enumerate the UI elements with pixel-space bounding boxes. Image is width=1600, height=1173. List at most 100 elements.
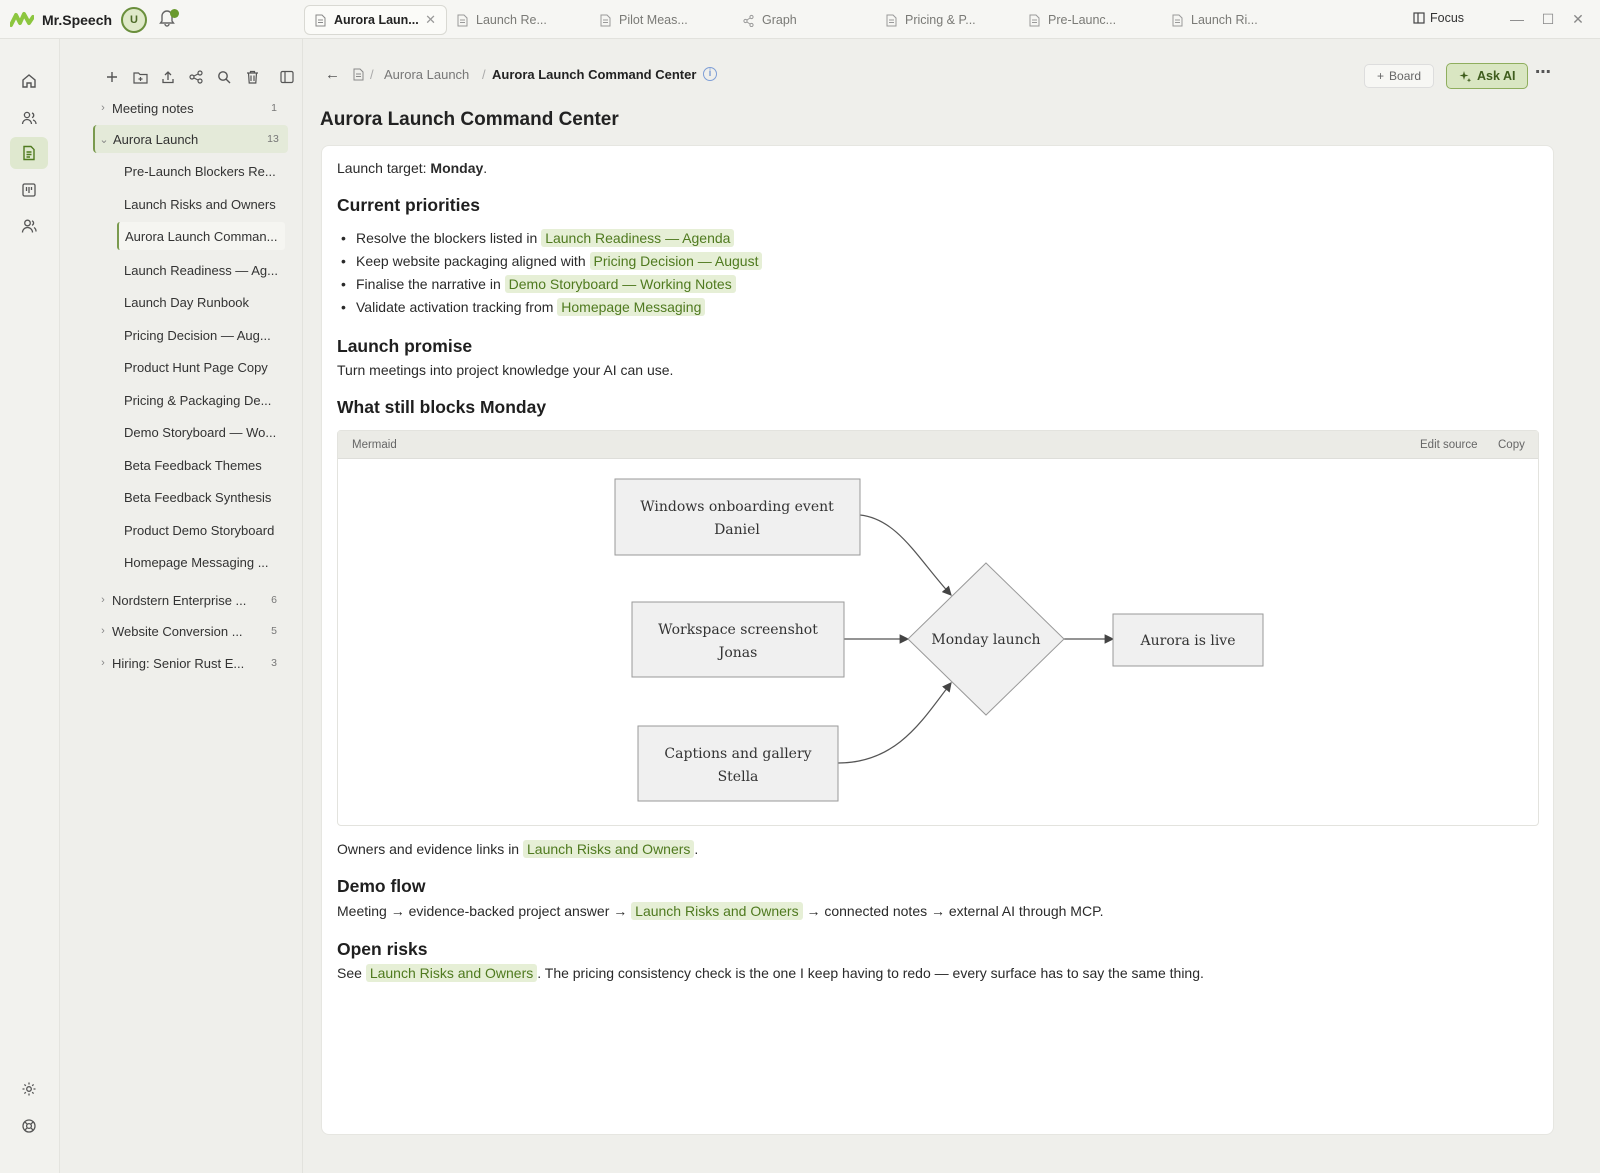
- tab-pilot-meas[interactable]: Pilot Meas...: [590, 5, 733, 35]
- launch-target-suffix: .: [483, 160, 488, 176]
- help-icon[interactable]: [10, 1110, 48, 1142]
- mermaid-block: Mermaid Edit source Copy Windows onboard…: [337, 430, 1539, 826]
- tab-pricing[interactable]: Pricing & P...: [876, 5, 1019, 35]
- contacts-icon[interactable]: [10, 210, 48, 242]
- user-avatar[interactable]: U: [121, 7, 147, 33]
- list-item[interactable]: Product Demo Storyboard: [124, 516, 292, 544]
- tab-pre-launch[interactable]: Pre-Launc...: [1019, 5, 1162, 35]
- brand[interactable]: Mr.Speech: [9, 9, 113, 31]
- folder-count: 3: [271, 657, 277, 669]
- board-label: Board: [1389, 69, 1422, 83]
- back-arrow-icon[interactable]: ←: [325, 66, 340, 83]
- list-item: Validate activation tracking from Homepa…: [341, 298, 706, 316]
- notes-icon[interactable]: [10, 137, 48, 169]
- list-item[interactable]: Launch Readiness — Ag...: [124, 256, 292, 284]
- tab-launch-ri[interactable]: Launch Ri...: [1162, 5, 1305, 35]
- list-item[interactable]: Demo Storyboard — Wo...: [124, 418, 292, 446]
- trash-icon[interactable]: [238, 65, 266, 89]
- share-icon[interactable]: [182, 65, 210, 89]
- owners-line: Owners and evidence links in Launch Risk…: [337, 840, 698, 858]
- chevron-down-icon: ⌄: [99, 133, 109, 146]
- folder-hiring[interactable]: › Hiring: Senior Rust E... 3: [94, 649, 289, 677]
- tab-launch-re[interactable]: Launch Re...: [447, 5, 590, 35]
- focus-button[interactable]: Focus: [1413, 11, 1464, 25]
- list-item: Finalise the narrative in Demo Storyboar…: [341, 275, 736, 293]
- node-text: Jonas: [717, 645, 758, 661]
- tab-label: Aurora Laun...: [334, 13, 419, 27]
- tab-graph[interactable]: Graph: [733, 5, 876, 35]
- breadcrumb-separator: /: [482, 67, 486, 82]
- list-item-current[interactable]: Aurora Launch Comman...: [117, 222, 285, 250]
- list-item[interactable]: Launch Day Runbook: [124, 288, 292, 316]
- home-icon[interactable]: [10, 65, 48, 97]
- wiki-link[interactable]: Launch Risks and Owners: [365, 964, 538, 982]
- folder-website-conversion[interactable]: › Website Conversion ... 5: [94, 617, 289, 645]
- graph-icon: [743, 14, 754, 27]
- breadcrumb-separator: /: [370, 67, 374, 82]
- settings-gear-icon[interactable]: [10, 1073, 48, 1105]
- list-item[interactable]: Homepage Messaging ...: [124, 548, 292, 576]
- search-icon[interactable]: [210, 65, 238, 89]
- edge-n1-decision: [859, 514, 952, 596]
- info-icon[interactable]: i: [703, 67, 717, 81]
- sparkle-icon: [1459, 70, 1472, 82]
- wiki-link[interactable]: Demo Storyboard — Working Notes: [504, 275, 736, 293]
- breadcrumb-parent[interactable]: Aurora Launch: [384, 67, 469, 82]
- wiki-link[interactable]: Pricing Decision — August: [589, 252, 763, 270]
- document-icon: [600, 14, 611, 26]
- collapse-sidebar-icon[interactable]: [273, 65, 301, 89]
- list-item[interactable]: Beta Feedback Themes: [124, 451, 292, 479]
- ask-ai-label: Ask AI: [1477, 69, 1516, 83]
- folder-aurora-launch[interactable]: ⌄ Aurora Launch 13: [93, 125, 288, 153]
- ask-ai-button[interactable]: Ask AI: [1446, 63, 1529, 89]
- folder-count: 1: [271, 102, 277, 114]
- more-options-icon[interactable]: ⋯: [1535, 62, 1552, 82]
- launch-target-line: Launch target: Monday.: [337, 160, 487, 176]
- tab-label: Launch Ri...: [1191, 13, 1258, 27]
- new-folder-icon[interactable]: [126, 65, 154, 89]
- sidebar-toolbar: [98, 65, 301, 89]
- list-item[interactable]: Product Hunt Page Copy: [124, 353, 292, 381]
- wiki-link[interactable]: Launch Readiness — Agenda: [541, 229, 735, 247]
- people-icon[interactable]: [10, 102, 48, 134]
- chevron-right-icon: ›: [101, 625, 105, 637]
- wiki-link[interactable]: Launch Risks and Owners: [631, 902, 803, 920]
- node-captions-gallery: [637, 725, 839, 802]
- mermaid-diagram: Windows onboarding event Daniel Workspac…: [614, 478, 1264, 802]
- mermaid-header: Mermaid Edit source Copy: [338, 431, 1538, 459]
- wiki-link[interactable]: Launch Risks and Owners: [523, 840, 695, 858]
- copy-button[interactable]: Copy: [1498, 439, 1525, 451]
- node-workspace-screenshot: [631, 601, 845, 678]
- tab-aurora-launch[interactable]: Aurora Laun... ✕: [304, 5, 447, 35]
- folder-nordstern[interactable]: › Nordstern Enterprise ... 6: [94, 586, 289, 614]
- list-item[interactable]: Beta Feedback Synthesis: [124, 483, 292, 511]
- heading-demo-flow: Demo flow: [337, 876, 426, 896]
- wiki-link[interactable]: Homepage Messaging: [557, 298, 706, 316]
- demo-pre: Meeting → evidence-backed project answer…: [337, 903, 632, 919]
- list-item[interactable]: Pricing & Packaging De...: [124, 386, 292, 414]
- document-icon: [353, 68, 364, 86]
- edge-n3-decision: [837, 682, 952, 764]
- list-item[interactable]: Pricing Decision — Aug...: [124, 321, 292, 349]
- mermaid-label: Mermaid: [352, 439, 397, 451]
- app-name: Mr.Speech: [42, 12, 113, 28]
- document-icon: [1172, 14, 1183, 26]
- new-note-icon[interactable]: [98, 65, 126, 89]
- list-item: Keep website packaging aligned with Pric…: [341, 252, 763, 270]
- board-button[interactable]: + Board: [1364, 64, 1435, 88]
- upload-icon[interactable]: [154, 65, 182, 89]
- folder-meeting-notes[interactable]: › Meeting notes 1: [94, 94, 289, 122]
- minimize-icon[interactable]: —: [1508, 9, 1526, 29]
- close-window-icon[interactable]: ✕: [1569, 9, 1587, 29]
- maximize-icon[interactable]: ☐: [1539, 9, 1557, 29]
- list-item[interactable]: Launch Risks and Owners: [124, 190, 292, 218]
- chevron-right-icon: ›: [101, 594, 105, 606]
- board-icon[interactable]: [10, 174, 48, 206]
- document-icon: [886, 14, 897, 26]
- edit-source-button[interactable]: Edit source: [1420, 439, 1478, 451]
- heading-what-blocks: What still blocks Monday: [337, 397, 547, 417]
- folder-label: Aurora Launch: [113, 131, 199, 147]
- document-icon: [315, 14, 326, 26]
- tab-close-icon[interactable]: ✕: [425, 12, 436, 28]
- list-item[interactable]: Pre-Launch Blockers Re...: [124, 157, 292, 185]
